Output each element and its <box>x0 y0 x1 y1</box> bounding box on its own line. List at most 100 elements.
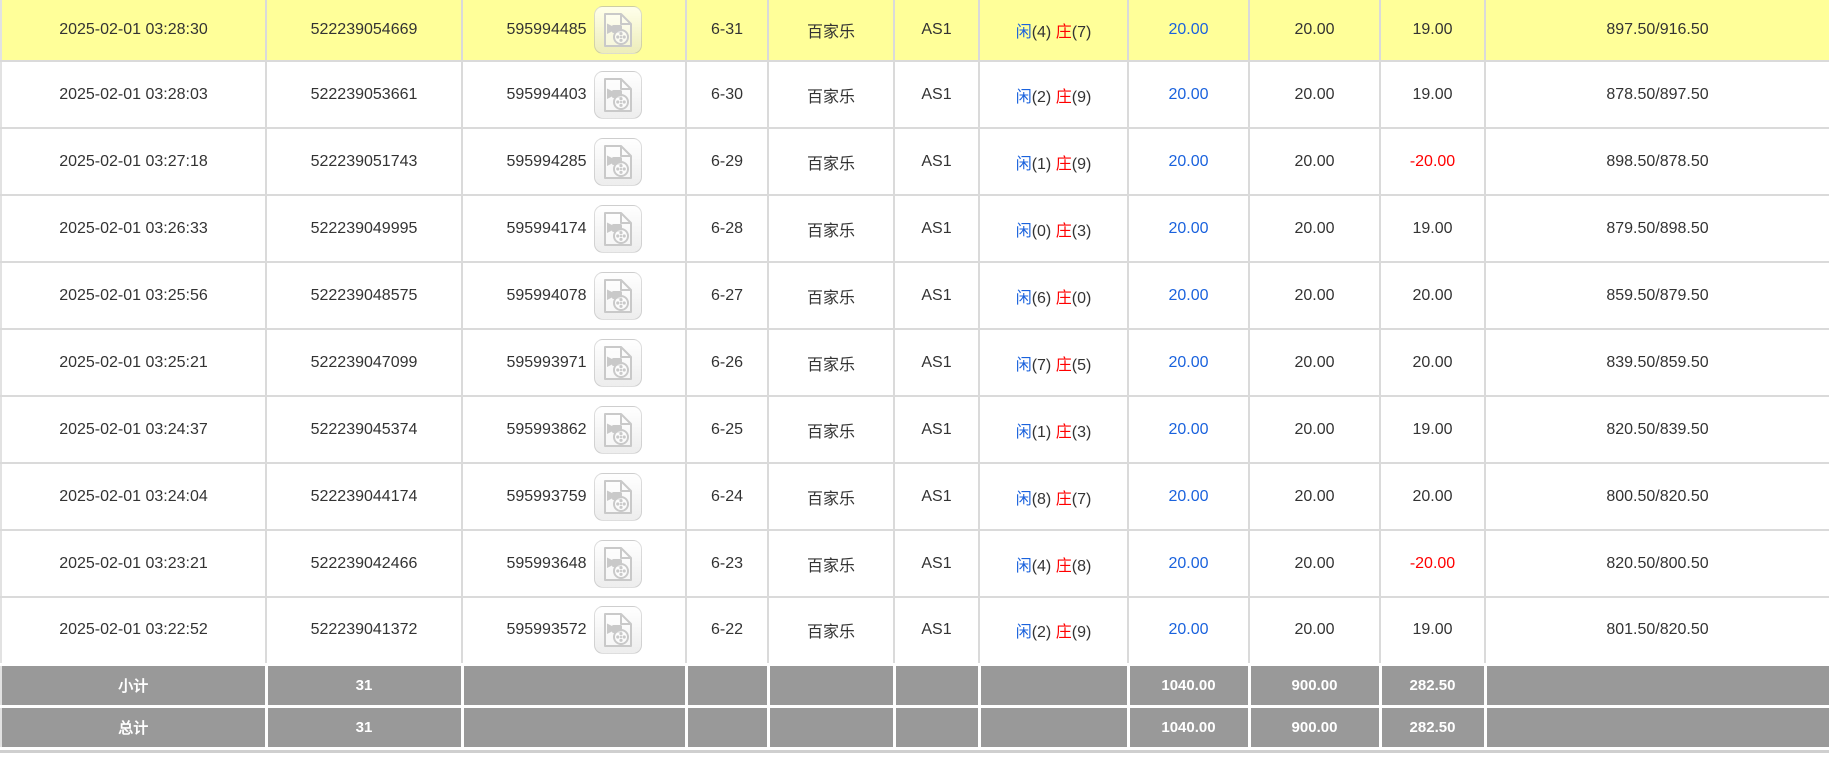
bet-id: 522239047099 <box>266 329 462 396</box>
table-row[interactable]: 2025-02-01 03:23:21 522239042466 5959936… <box>1 530 1829 597</box>
bet-amount-link[interactable]: 20.00 <box>1168 220 1208 237</box>
session-number: 6-25 <box>686 396 768 463</box>
table-row[interactable]: 2025-02-01 03:27:18 522239051743 5959942… <box>1 128 1829 195</box>
game-name: 百家乐 <box>768 329 894 396</box>
balance: 820.50/839.50 <box>1485 396 1829 463</box>
bet-amount-link[interactable]: 20.00 <box>1168 621 1208 638</box>
player-result-label: 闲 <box>1016 223 1032 240</box>
table-row[interactable]: 2025-02-01 03:28:03 522239053661 5959944… <box>1 61 1829 128</box>
bet-amount-cell: 20.00 <box>1128 0 1249 61</box>
video-replay-button[interactable] <box>594 6 642 54</box>
player-points: (1) <box>1032 424 1052 441</box>
bet-id: 522239042466 <box>266 530 462 597</box>
win-loss: 19.00 <box>1380 61 1485 128</box>
banker-result-label: 庄 <box>1056 424 1072 441</box>
video-replay-button[interactable] <box>594 473 642 521</box>
bet-time: 2025-02-01 03:28:03 <box>1 61 266 128</box>
bet-amount-link[interactable]: 20.00 <box>1168 555 1208 572</box>
game-name: 百家乐 <box>768 262 894 329</box>
game-result: 闲(2) 庄(9) <box>979 61 1128 128</box>
bet-amount-link[interactable]: 20.00 <box>1168 354 1208 371</box>
table-row[interactable]: 2025-02-01 03:26:33 522239049995 5959941… <box>1 195 1829 262</box>
game-result: 闲(8) 庄(7) <box>979 463 1128 530</box>
banker-result-label: 庄 <box>1056 223 1072 240</box>
table-row[interactable]: 2025-02-01 03:25:21 522239047099 5959939… <box>1 329 1829 396</box>
video-replay-button[interactable] <box>594 406 642 454</box>
round-id-cell: 595994285 <box>462 128 686 195</box>
player-points: (2) <box>1032 624 1052 641</box>
bet-amount-link[interactable]: 20.00 <box>1168 421 1208 438</box>
bet-id: 522239041372 <box>266 597 462 664</box>
video-replay-button[interactable] <box>594 71 642 119</box>
game-result: 闲(2) 庄(9) <box>979 597 1128 664</box>
player-result-label: 闲 <box>1016 357 1032 374</box>
banker-points: (7) <box>1072 491 1092 508</box>
banker-result-label: 庄 <box>1056 491 1072 508</box>
video-replay-icon <box>603 346 633 380</box>
bet-amount-link[interactable]: 20.00 <box>1168 488 1208 505</box>
player-result-label: 闲 <box>1016 558 1032 575</box>
table-name: AS1 <box>894 0 979 61</box>
round-id-cell: 595994403 <box>462 61 686 128</box>
bet-time: 2025-02-01 03:28:30 <box>1 0 266 61</box>
table-row[interactable]: 2025-02-01 03:22:52 522239041372 5959935… <box>1 597 1829 664</box>
game-name: 百家乐 <box>768 530 894 597</box>
win-loss: 20.00 <box>1380 463 1485 530</box>
summary-section: 小计 31 1040.00 900.00 282.50 总计 31 <box>1 664 1829 748</box>
video-replay-button[interactable] <box>594 205 642 253</box>
game-name: 百家乐 <box>768 61 894 128</box>
round-id: 595993572 <box>506 621 586 639</box>
round-id-cell: 595994485 <box>462 0 686 61</box>
banker-result-label: 庄 <box>1056 357 1072 374</box>
video-replay-icon <box>603 145 633 179</box>
round-id: 595993759 <box>506 488 586 506</box>
valid-bet-amount: 20.00 <box>1249 463 1380 530</box>
bet-time: 2025-02-01 03:24:04 <box>1 463 266 530</box>
round-id-cell: 595993572 <box>462 597 686 664</box>
win-loss: -20.00 <box>1380 128 1485 195</box>
bet-time: 2025-02-01 03:27:18 <box>1 128 266 195</box>
player-result-label: 闲 <box>1016 24 1032 41</box>
subtotal-row: 小计 31 1040.00 900.00 282.50 <box>1 664 1829 706</box>
subtotal-win-loss: 282.50 <box>1380 664 1485 706</box>
video-replay-button[interactable] <box>594 272 642 320</box>
valid-bet-amount: 20.00 <box>1249 262 1380 329</box>
balance: 859.50/879.50 <box>1485 262 1829 329</box>
bet-amount-cell: 20.00 <box>1128 530 1249 597</box>
bet-amount-cell: 20.00 <box>1128 396 1249 463</box>
banker-points: (3) <box>1072 424 1092 441</box>
bet-amount-link[interactable]: 20.00 <box>1168 86 1208 103</box>
table-row[interactable]: 2025-02-01 03:28:30 522239054669 5959944… <box>1 0 1829 61</box>
round-id: 595994485 <box>506 21 586 39</box>
video-replay-button[interactable] <box>594 138 642 186</box>
video-replay-button[interactable] <box>594 540 642 588</box>
win-loss: 19.00 <box>1380 597 1485 664</box>
session-number: 6-26 <box>686 329 768 396</box>
win-loss: 19.00 <box>1380 396 1485 463</box>
video-replay-icon <box>603 413 633 447</box>
bet-amount-cell: 20.00 <box>1128 195 1249 262</box>
bet-amount-link[interactable]: 20.00 <box>1168 287 1208 304</box>
table-row[interactable]: 2025-02-01 03:25:56 522239048575 5959940… <box>1 262 1829 329</box>
bet-amount-link[interactable]: 20.00 <box>1168 21 1208 38</box>
player-result-label: 闲 <box>1016 491 1032 508</box>
valid-bet-amount: 20.00 <box>1249 195 1380 262</box>
table-row[interactable]: 2025-02-01 03:24:04 522239044174 5959937… <box>1 463 1829 530</box>
table-row[interactable]: 2025-02-01 03:24:37 522239045374 5959938… <box>1 396 1829 463</box>
video-replay-button[interactable] <box>594 339 642 387</box>
video-replay-icon <box>603 279 633 313</box>
game-name: 百家乐 <box>768 0 894 61</box>
game-result: 闲(1) 庄(3) <box>979 396 1128 463</box>
player-points: (6) <box>1032 290 1052 307</box>
bet-id: 522239054669 <box>266 0 462 61</box>
banker-points: (5) <box>1072 357 1092 374</box>
bet-amount-link[interactable]: 20.00 <box>1168 153 1208 170</box>
win-loss: 20.00 <box>1380 262 1485 329</box>
table-name: AS1 <box>894 329 979 396</box>
bet-id: 522239049995 <box>266 195 462 262</box>
game-name: 百家乐 <box>768 597 894 664</box>
balance: 897.50/916.50 <box>1485 0 1829 61</box>
video-replay-button[interactable] <box>594 606 642 654</box>
player-points: (4) <box>1032 558 1052 575</box>
banker-points: (7) <box>1072 24 1092 41</box>
